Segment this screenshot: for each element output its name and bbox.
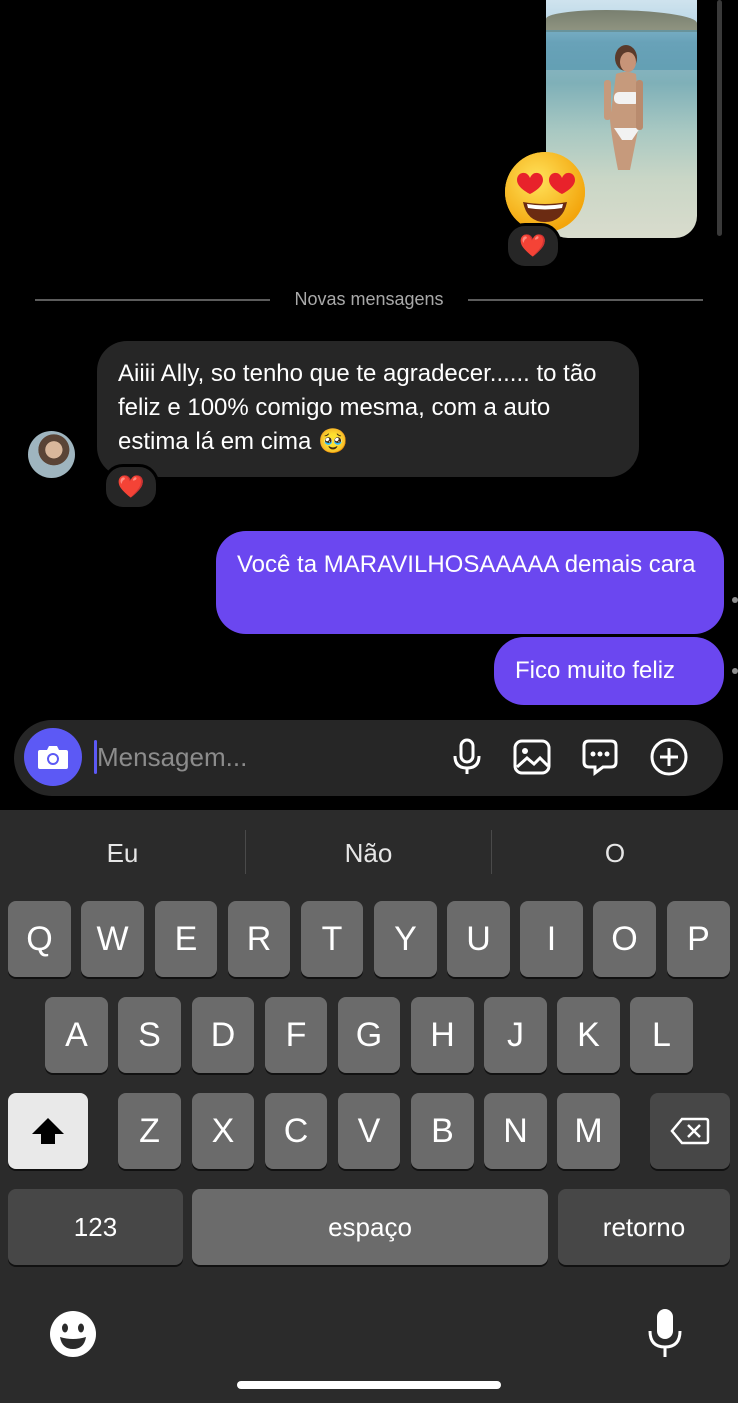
key-p[interactable]: P bbox=[667, 901, 730, 977]
heart-reaction-icon: ❤️ bbox=[519, 233, 547, 258]
outgoing-message-bubble[interactable]: Você ta MARAVILHOSAAAAA demais cara bbox=[216, 531, 724, 634]
heart-reaction-icon: ❤️ bbox=[117, 474, 145, 499]
key-k[interactable]: K bbox=[557, 997, 620, 1073]
divider-line-left bbox=[35, 299, 270, 301]
plus-button[interactable] bbox=[649, 737, 689, 777]
microphone-icon bbox=[453, 738, 481, 774]
read-status-dot bbox=[732, 597, 738, 603]
key-z[interactable]: Z bbox=[118, 1093, 181, 1169]
dictation-button[interactable] bbox=[646, 1307, 684, 1359]
key-c[interactable]: C bbox=[265, 1093, 327, 1169]
camera-icon bbox=[38, 746, 68, 769]
suggestion-2[interactable]: Não bbox=[246, 830, 491, 876]
heart-eyes-emoji bbox=[505, 152, 585, 232]
key-i[interactable]: I bbox=[520, 901, 583, 977]
sticker-icon bbox=[582, 739, 618, 776]
key-w[interactable]: W bbox=[81, 901, 144, 977]
photo-shoreline bbox=[546, 10, 697, 32]
key-e[interactable]: E bbox=[155, 901, 217, 977]
camera-button[interactable] bbox=[24, 728, 82, 786]
key-x[interactable]: X bbox=[192, 1093, 254, 1169]
message-input[interactable] bbox=[97, 735, 427, 779]
plus-icon bbox=[650, 738, 688, 776]
incoming-message-bubble[interactable]: Aiiii Ally, so tenho que te agradecer...… bbox=[97, 341, 639, 477]
incoming-message-text: Aiiii Ally, so tenho que te agradecer...… bbox=[118, 360, 597, 455]
key-d[interactable]: D bbox=[192, 997, 254, 1073]
home-indicator[interactable] bbox=[237, 1381, 501, 1389]
key-s[interactable]: S bbox=[118, 997, 181, 1073]
key-m[interactable]: M bbox=[557, 1093, 620, 1169]
photo-reaction[interactable]: ❤️ bbox=[505, 223, 561, 269]
numbers-key[interactable]: 123 bbox=[8, 1189, 183, 1265]
sticker-button[interactable] bbox=[580, 737, 620, 777]
key-g[interactable]: G bbox=[338, 997, 400, 1073]
emoji-icon bbox=[50, 1311, 96, 1357]
key-q[interactable]: Q bbox=[8, 901, 71, 977]
key-j[interactable]: J bbox=[484, 997, 547, 1073]
photo-person bbox=[604, 45, 643, 170]
backspace-icon bbox=[670, 1117, 710, 1145]
avatar[interactable] bbox=[28, 431, 75, 478]
key-h[interactable]: H bbox=[411, 997, 474, 1073]
microphone-button[interactable] bbox=[447, 737, 487, 777]
suggestion-1[interactable]: Eu bbox=[0, 830, 245, 876]
emoji-button[interactable] bbox=[48, 1309, 98, 1359]
key-y[interactable]: Y bbox=[374, 901, 437, 977]
key-u[interactable]: U bbox=[447, 901, 510, 977]
key-r[interactable]: R bbox=[228, 901, 290, 977]
backspace-key[interactable] bbox=[650, 1093, 730, 1169]
scrollbar[interactable] bbox=[717, 0, 722, 236]
divider-line-right bbox=[468, 299, 703, 301]
shift-icon bbox=[32, 1118, 64, 1144]
outgoing-message-text: Fico muito feliz bbox=[515, 657, 676, 684]
shift-key[interactable] bbox=[8, 1093, 88, 1169]
key-v[interactable]: V bbox=[338, 1093, 400, 1169]
key-l[interactable]: L bbox=[630, 997, 693, 1073]
key-f[interactable]: F bbox=[265, 997, 327, 1073]
key-a[interactable]: A bbox=[45, 997, 108, 1073]
chat-thread: ❤️ Novas mensagens Aiiii Ally, so tenho … bbox=[0, 0, 738, 810]
outgoing-message-text: Você ta MARAVILHOSAAAAA demais cara bbox=[237, 551, 696, 578]
microphone-icon bbox=[648, 1309, 682, 1357]
incoming-message-reaction[interactable]: ❤️ bbox=[103, 464, 159, 510]
suggestion-3[interactable]: O bbox=[492, 830, 738, 876]
key-o[interactable]: O bbox=[593, 901, 656, 977]
outgoing-message-bubble[interactable]: Fico muito feliz bbox=[494, 637, 724, 705]
gallery-button[interactable] bbox=[512, 737, 552, 777]
key-n[interactable]: N bbox=[484, 1093, 547, 1169]
space-key[interactable]: espaço bbox=[192, 1189, 548, 1265]
read-status-dot bbox=[732, 668, 738, 674]
new-messages-divider: Novas mensagens bbox=[294, 289, 444, 309]
return-key[interactable]: retorno bbox=[558, 1189, 730, 1265]
key-b[interactable]: B bbox=[411, 1093, 474, 1169]
key-t[interactable]: T bbox=[301, 901, 363, 977]
gallery-icon bbox=[513, 739, 551, 775]
